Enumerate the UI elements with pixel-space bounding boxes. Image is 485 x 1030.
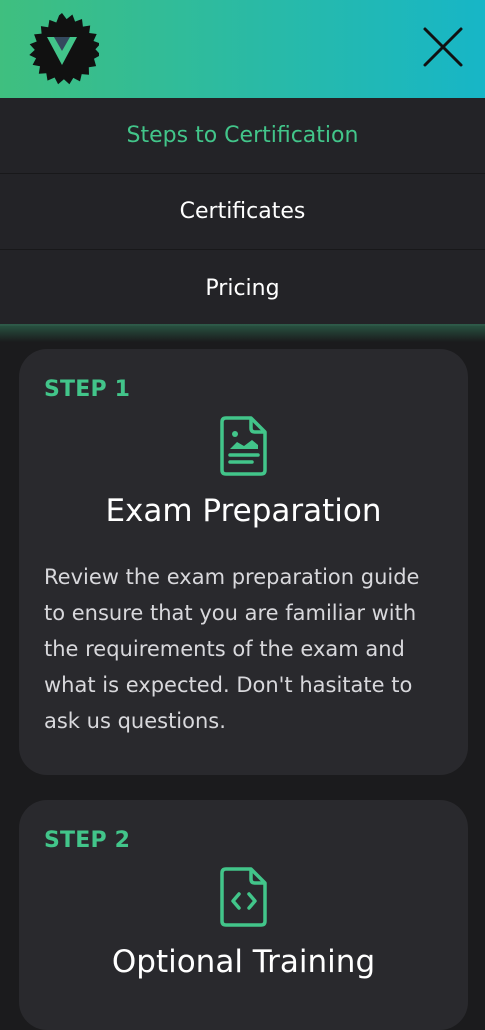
menu-item-certificates[interactable]: Certificates	[0, 174, 485, 250]
step-card-1: STEP 1 Exam Preparation Review the exam …	[19, 349, 468, 775]
vue-logo-badge-icon[interactable]	[25, 13, 99, 87]
step-title: Optional Training	[111, 944, 376, 980]
step-title: Exam Preparation	[105, 493, 382, 529]
menu-bottom-glow	[0, 324, 485, 342]
step-card-2: STEP 2 Optional Training	[19, 800, 468, 1030]
menu-item-pricing[interactable]: Pricing	[0, 250, 485, 326]
close-icon[interactable]	[422, 26, 464, 68]
document-icon	[219, 416, 267, 476]
step-label: STEP 1	[44, 377, 131, 402]
menu-item-steps-to-certification[interactable]: Steps to Certification	[0, 98, 485, 174]
step-description: Review the exam preparation guide to ens…	[44, 565, 420, 733]
step-label: STEP 2	[44, 828, 131, 853]
top-header	[0, 0, 485, 98]
code-file-icon	[219, 867, 267, 927]
mobile-nav-menu: Steps to Certification Certificates Pric…	[0, 98, 485, 326]
